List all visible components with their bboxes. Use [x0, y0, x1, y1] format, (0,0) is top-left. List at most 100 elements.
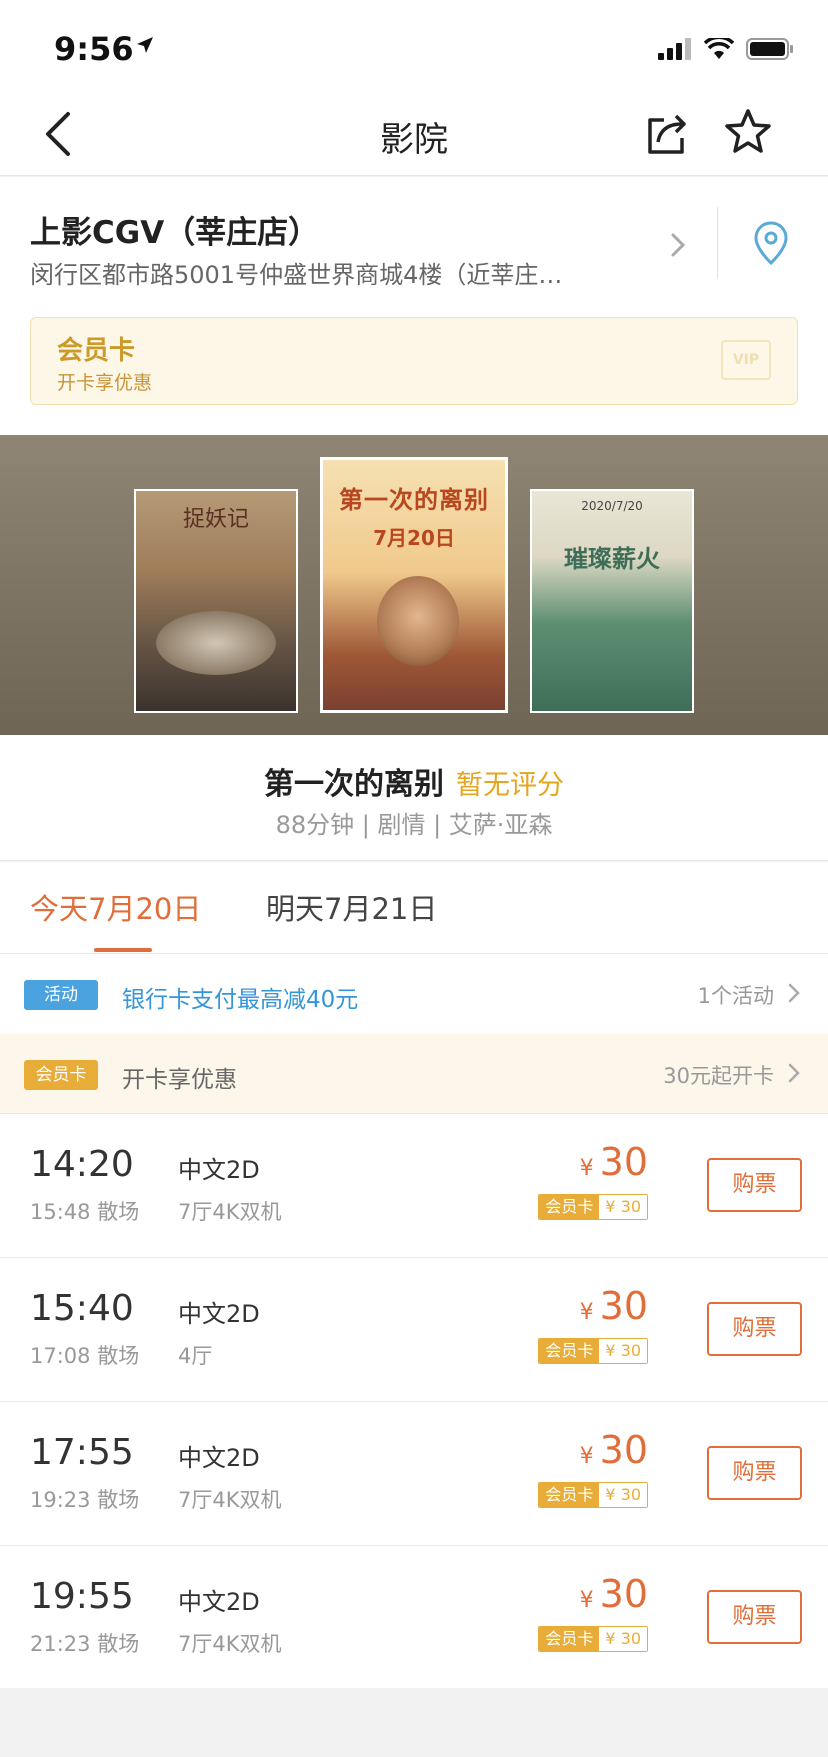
activity-badge: 活动 — [24, 980, 98, 1010]
movie-rating: 暂无评分 — [456, 770, 564, 801]
battery-icon — [746, 38, 794, 64]
price-value: 30 — [599, 1284, 648, 1328]
price-value: 30 — [599, 1140, 648, 1184]
member-card-badge: 会员卡 — [24, 1060, 98, 1090]
star-icon[interactable] — [722, 106, 774, 158]
price-value: 30 — [599, 1428, 648, 1472]
member-card-subtitle: 开卡享优惠 — [57, 372, 153, 394]
member-card-price: 30元起开卡 — [663, 1060, 800, 1090]
showtime-row[interactable]: 17:55 19:23 散场 中文2D 7厅4K双机 ¥30 会员卡 ¥ 30 购… — [0, 1402, 828, 1546]
showtime-price: ¥30 — [580, 1284, 648, 1328]
chevron-right-icon — [788, 1063, 800, 1088]
currency-symbol: ¥ — [579, 1444, 594, 1469]
showtime-row[interactable]: 14:20 15:48 散场 中文2D 7厅4K双机 ¥30 会员卡 ¥ 30 购… — [0, 1114, 828, 1258]
activity-row[interactable]: 活动 银行卡支付最高减40元 1个活动 — [0, 954, 828, 1034]
showtime-start: 14:20 — [30, 1144, 134, 1185]
movie-poster-selected[interactable]: 第一次的离别 7月20日 — [320, 457, 508, 713]
showtime-price: ¥30 — [580, 1140, 648, 1184]
divider — [717, 207, 718, 279]
poster-date: 2020/7/20 — [581, 499, 643, 513]
member-price-badge: 会员卡 ¥ 30 — [538, 1338, 648, 1364]
date-tabs: 今天7月20日 明天7月21日 — [0, 862, 828, 954]
vip-card-icon: VIP — [721, 340, 771, 380]
poster-caption: 捉妖记 — [182, 507, 249, 532]
page-background — [0, 1688, 828, 1757]
movie-title: 第一次的离别 — [264, 767, 444, 802]
nav-bar: 影院 — [0, 92, 828, 176]
poster-art — [156, 611, 276, 675]
member-price-value: ¥ 30 — [599, 1195, 647, 1219]
showtime-end: 19:23 散场 — [30, 1488, 140, 1512]
member-card-row[interactable]: 会员卡 开卡享优惠 30元起开卡 — [0, 1034, 828, 1114]
activity-count-label: 1个活动 — [697, 984, 774, 1008]
cinema-info: 上影CGV（莘庄店） 闵行区都市路5001号仲盛世界商城4楼（近莘庄… 会员卡 … — [0, 177, 828, 435]
poster-caption: 璀璨薪火 — [564, 544, 660, 573]
currency-symbol: ¥ — [579, 1156, 594, 1181]
showtime-hall: 4厅 — [178, 1344, 213, 1368]
price-value: 30 — [599, 1572, 648, 1616]
member-price-value: ¥ 30 — [599, 1483, 647, 1507]
status-bar: 9:56 — [0, 0, 828, 92]
activity-count: 1个活动 — [698, 980, 800, 1010]
location-arrow-icon — [136, 36, 154, 58]
showtime-language: 中文2D — [178, 1588, 260, 1616]
member-price-badge: 会员卡 ¥ 30 — [538, 1194, 648, 1220]
showtime-hall: 7厅4K双机 — [178, 1200, 282, 1224]
page-title: 影院 — [380, 120, 448, 160]
showtime-list: 14:20 15:48 散场 中文2D 7厅4K双机 ¥30 会员卡 ¥ 30 购… — [0, 1114, 828, 1690]
showtime-row[interactable]: 15:40 17:08 散场 中文2D 4厅 ¥30 会员卡 ¥ 30 购票 — [0, 1258, 828, 1402]
showtime-hall: 7厅4K双机 — [178, 1488, 282, 1512]
status-icons — [658, 35, 794, 64]
member-card-price-label: 30元起开卡 — [663, 1064, 774, 1088]
buy-ticket-button[interactable]: 购票 — [707, 1590, 802, 1644]
chevron-right-icon[interactable] — [668, 231, 688, 263]
tab-today[interactable]: 今天7月20日 — [30, 886, 201, 928]
showtime-end: 21:23 散场 — [30, 1632, 140, 1656]
share-icon[interactable] — [644, 108, 692, 158]
cinema-name[interactable]: 上影CGV（莘庄店） — [30, 207, 319, 252]
showtime-row[interactable]: 19:55 21:23 散场 中文2D 7厅4K双机 ¥30 会员卡 ¥ 30 购… — [0, 1546, 828, 1690]
showtime-hall: 7厅4K双机 — [178, 1632, 282, 1656]
poster-art — [377, 576, 459, 666]
movie-poster[interactable]: 捉妖记 — [134, 489, 298, 713]
wifi-icon — [703, 35, 735, 64]
showtime-start: 19:55 — [30, 1576, 134, 1617]
buy-ticket-button[interactable]: 购票 — [707, 1302, 802, 1356]
member-price-tag: 会员卡 — [539, 1627, 600, 1651]
member-price-badge: 会员卡 ¥ 30 — [538, 1482, 648, 1508]
member-price-tag: 会员卡 — [539, 1339, 600, 1363]
showtime-end: 17:08 散场 — [30, 1344, 140, 1368]
showtime-language: 中文2D — [178, 1300, 260, 1328]
showtime-price: ¥30 — [580, 1572, 648, 1616]
status-time: 9:56 — [54, 30, 134, 68]
member-price-tag: 会员卡 — [539, 1195, 600, 1219]
location-pin-icon[interactable] — [752, 220, 790, 270]
buy-ticket-button[interactable]: 购票 — [707, 1158, 802, 1212]
movie-info: 第一次的离别 暂无评分 88分钟 | 剧情 | 艾萨·亚森 — [0, 735, 828, 861]
signal-icon — [658, 38, 692, 64]
member-card-title: 会员卡 — [57, 336, 136, 366]
showtime-start: 15:40 — [30, 1288, 134, 1329]
showtime-language: 中文2D — [178, 1444, 260, 1472]
poster-carousel[interactable]: 捉妖记 第一次的离别 7月20日 2020/7/20 璀璨薪火 — [0, 435, 828, 735]
currency-symbol: ¥ — [579, 1588, 594, 1613]
member-price-badge: 会员卡 ¥ 30 — [538, 1626, 648, 1652]
tab-tomorrow[interactable]: 明天7月21日 — [266, 886, 437, 928]
showtime-end: 15:48 散场 — [30, 1200, 140, 1224]
cinema-address[interactable]: 闵行区都市路5001号仲盛世界商城4楼（近莘庄… — [30, 255, 630, 290]
member-card-text: 开卡享优惠 — [122, 1067, 237, 1093]
showtime-start: 17:55 — [30, 1432, 134, 1473]
showtime-language: 中文2D — [178, 1156, 260, 1184]
chevron-right-icon — [788, 983, 800, 1008]
movie-poster[interactable]: 2020/7/20 璀璨薪火 — [530, 489, 694, 713]
poster-caption: 第一次的离别 — [339, 485, 489, 514]
member-price-tag: 会员卡 — [539, 1483, 600, 1507]
currency-symbol: ¥ — [579, 1300, 594, 1325]
activity-text: 银行卡支付最高减40元 — [122, 987, 359, 1013]
showtime-price: ¥30 — [580, 1428, 648, 1472]
member-card-banner[interactable]: 会员卡 开卡享优惠 VIP — [30, 317, 798, 405]
poster-date: 7月20日 — [373, 526, 455, 550]
movie-meta: 88分钟 | 剧情 | 艾萨·亚森 — [275, 811, 553, 839]
member-price-value: ¥ 30 — [599, 1627, 647, 1651]
buy-ticket-button[interactable]: 购票 — [707, 1446, 802, 1500]
